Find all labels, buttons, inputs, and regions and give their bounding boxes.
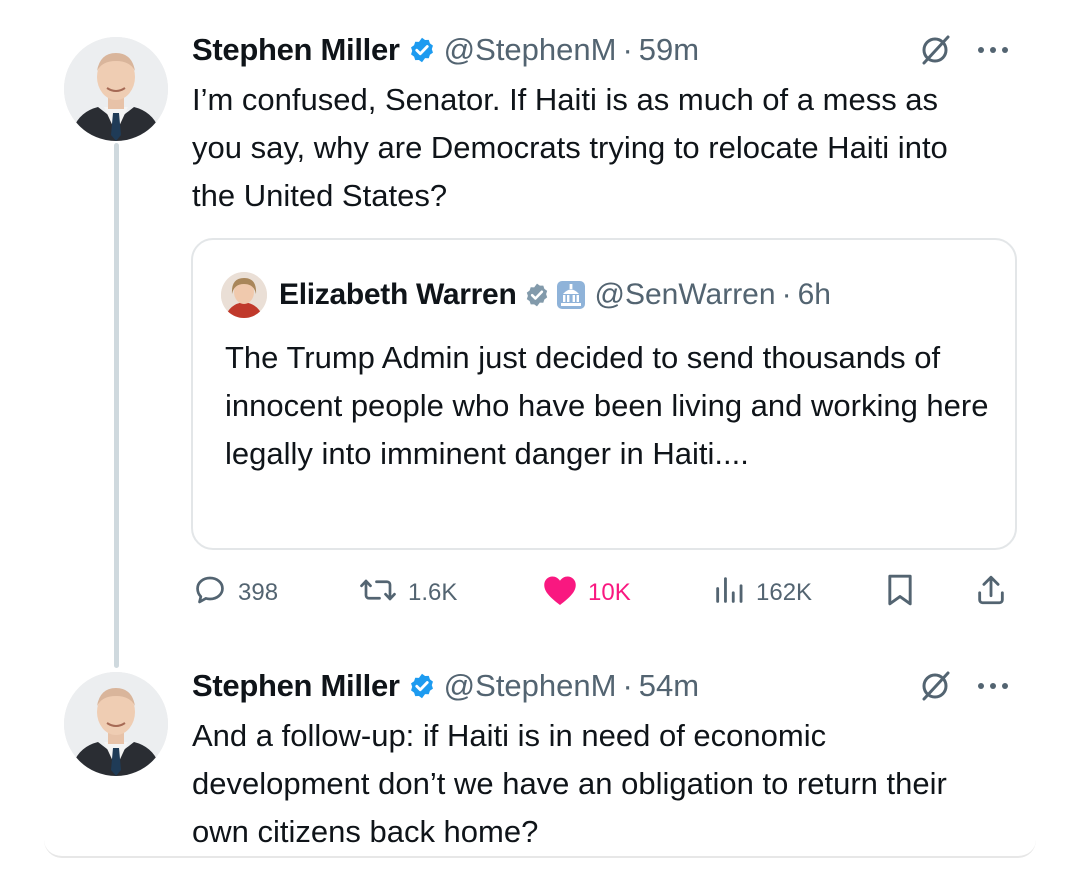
tweet-header: Stephen Miller @StephenM · 54m xyxy=(192,666,699,706)
share-button[interactable] xyxy=(974,570,1008,616)
reply-button[interactable]: 398 xyxy=(192,570,278,616)
like-button[interactable]: 10K xyxy=(542,570,631,616)
quoted-tweet-text: The Trump Admin just decided to send tho… xyxy=(225,340,989,471)
views-icon xyxy=(712,573,746,614)
author-handle[interactable]: @StephenM xyxy=(444,32,617,68)
author-name[interactable]: Stephen Miller xyxy=(192,668,400,704)
views-count: 162K xyxy=(756,579,813,606)
verified-badge-icon xyxy=(408,36,436,64)
tweet-action-bar: 398 1.6K 10K 162K xyxy=(192,570,1022,616)
views-button[interactable]: 162K xyxy=(712,570,812,616)
more-icon[interactable] xyxy=(975,679,1011,693)
meta-separator: · xyxy=(622,32,633,67)
government-badge-icon xyxy=(556,280,586,310)
repost-button[interactable]: 1.6K xyxy=(358,570,457,616)
quoted-author-handle[interactable]: @SenWarren xyxy=(594,278,775,312)
timestamp[interactable]: 54m xyxy=(639,668,699,704)
tweet-text: And a follow-up: if Haiti is in need of … xyxy=(192,718,947,849)
thread-connector-line xyxy=(114,143,119,668)
repost-icon xyxy=(358,572,398,615)
quoted-tweet-header: Elizabeth Warren @SenWarren · 6h xyxy=(279,274,831,316)
repost-count: 1.6K xyxy=(408,579,458,606)
timestamp[interactable]: 59m xyxy=(639,32,699,68)
quoted-author-name[interactable]: Elizabeth Warren xyxy=(279,278,517,312)
grok-icon[interactable] xyxy=(918,669,952,703)
meta-separator: · xyxy=(622,668,633,703)
author-name[interactable]: Stephen Miller xyxy=(192,32,400,68)
verified-badge-icon xyxy=(408,672,436,700)
bookmark-icon xyxy=(884,572,916,615)
meta-separator: · xyxy=(781,278,792,311)
share-icon xyxy=(974,572,1008,615)
bookmark-button[interactable] xyxy=(884,570,916,616)
tweet-header: Stephen Miller @StephenM · 59m xyxy=(192,30,699,70)
grok-icon[interactable] xyxy=(918,33,952,67)
timestamp[interactable]: 6h xyxy=(798,278,831,312)
reply-count: 398 xyxy=(238,579,279,606)
author-handle[interactable]: @StephenM xyxy=(444,668,617,704)
avatar[interactable] xyxy=(64,672,168,776)
heart-icon xyxy=(542,573,578,614)
avatar[interactable] xyxy=(221,272,267,318)
tweet-text: I’m confused, Senator. If Haiti is as mu… xyxy=(192,82,948,213)
quoted-tweet[interactable]: Elizabeth Warren @SenWarren · 6h The Tru… xyxy=(191,238,1017,550)
reply-icon xyxy=(192,572,228,615)
more-icon[interactable] xyxy=(975,43,1011,57)
like-count: 10K xyxy=(588,579,631,606)
avatar[interactable] xyxy=(64,37,168,141)
verified-badge-icon xyxy=(524,282,550,308)
